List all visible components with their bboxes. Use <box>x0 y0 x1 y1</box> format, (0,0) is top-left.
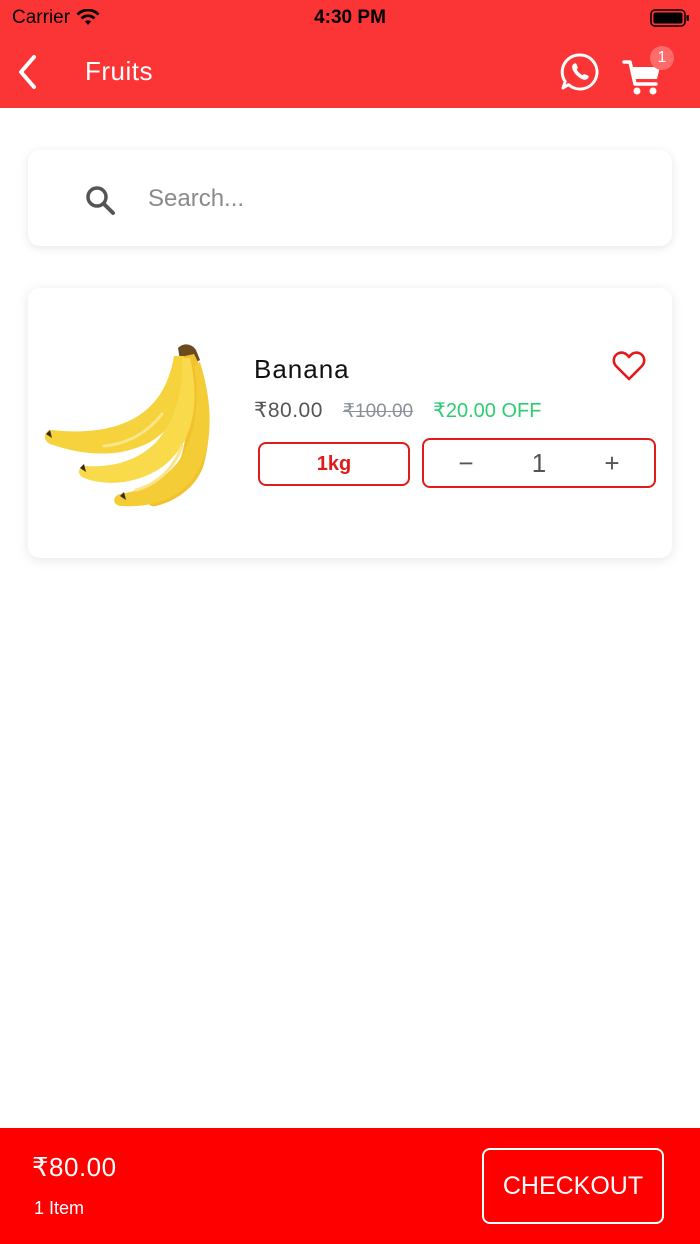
search-icon <box>86 186 115 215</box>
checkout-button[interactable]: CHECKOUT <box>482 1148 664 1224</box>
app-header: Carrier 4:30 PM Fruits 1 <box>0 0 700 108</box>
page-title: Fruits <box>85 56 153 86</box>
product-card[interactable]: Banana ₹80.00 ₹100.00 ₹20.00 OFF 1kg − 1… <box>28 288 672 558</box>
quantity-stepper: − 1 + <box>422 438 656 488</box>
battery-icon <box>650 9 689 27</box>
whatsapp-button[interactable] <box>560 52 600 92</box>
chevron-left-icon <box>19 55 36 89</box>
banana-product-image <box>44 344 210 507</box>
cart-item-count: 1 Item <box>34 1198 85 1218</box>
cart-button[interactable]: 1 <box>622 46 674 96</box>
heart-icon <box>612 351 646 381</box>
search-bar <box>28 150 672 246</box>
original-price: ₹100.00 <box>342 401 414 422</box>
checkout-bar: ₹80.00 1 Item CHECKOUT <box>0 1128 700 1244</box>
decrease-quantity-button[interactable]: − <box>436 440 496 486</box>
discount-label: ₹20.00 OFF <box>433 400 542 422</box>
nav-bar: Fruits 1 <box>0 36 700 108</box>
status-time: 4:30 PM <box>314 7 386 28</box>
increase-quantity-button[interactable]: + <box>582 440 642 486</box>
whatsapp-icon <box>560 53 599 91</box>
cart-total: ₹80.00 <box>32 1152 117 1182</box>
favorite-button[interactable] <box>612 350 646 382</box>
current-price: ₹80.00 <box>254 399 323 422</box>
search-input[interactable] <box>148 178 628 220</box>
status-bar: Carrier 4:30 PM <box>0 0 700 36</box>
variant-selector[interactable]: 1kg <box>258 442 410 486</box>
product-name: Banana <box>254 354 350 384</box>
quantity-value: 1 <box>531 448 547 478</box>
back-button[interactable] <box>12 50 44 94</box>
price-row: ₹80.00 ₹100.00 ₹20.00 OFF <box>254 398 541 423</box>
cart-count-badge: 1 <box>650 46 674 70</box>
